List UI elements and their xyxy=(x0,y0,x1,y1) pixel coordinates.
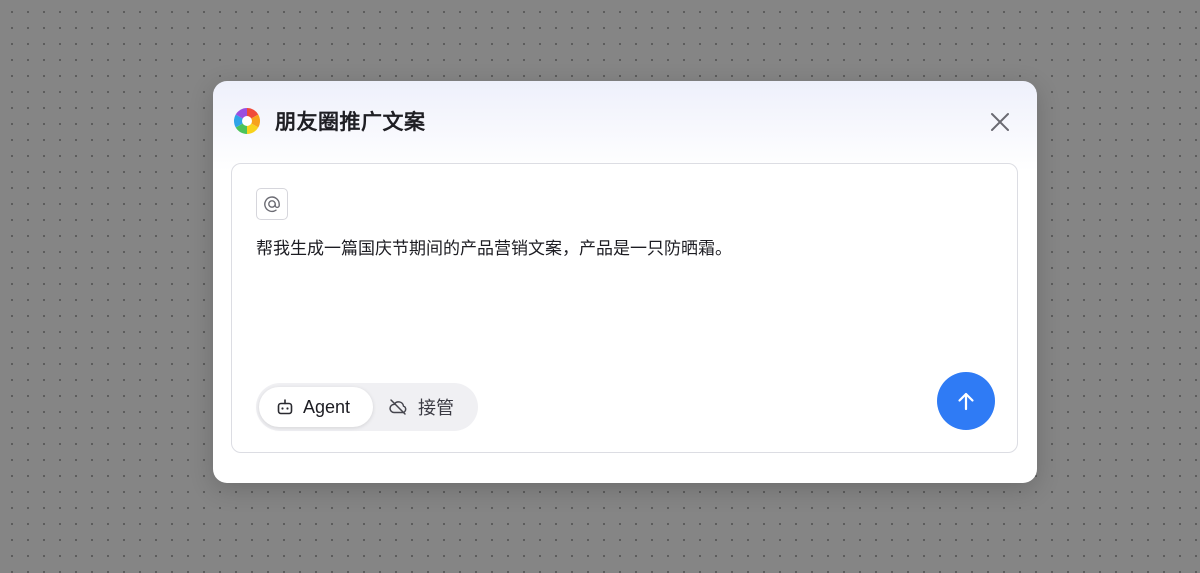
cloud-off-icon xyxy=(389,399,407,415)
at-sign-icon xyxy=(264,196,280,213)
mode-agent-option[interactable]: Agent xyxy=(259,387,373,427)
close-icon[interactable] xyxy=(989,111,1011,133)
dialog-title: 朋友圈推广文案 xyxy=(275,110,426,134)
send-button[interactable] xyxy=(937,372,995,430)
mode-takeover-label: 接管 xyxy=(418,398,454,419)
prompt-text[interactable]: 帮我生成一篇国庆节期间的产品营销文案，产品是一只防晒霜。 xyxy=(256,236,996,262)
mention-button[interactable] xyxy=(256,188,288,220)
dialog: 朋友圈推广文案 帮我生成一篇国庆节期间的产品营销文案，产品是一只防晒霜。 Age… xyxy=(213,81,1037,483)
mode-takeover-option[interactable]: 接管 xyxy=(380,387,474,427)
robot-icon xyxy=(277,399,293,415)
mode-agent-label: Agent xyxy=(303,396,351,417)
prompt-input-card[interactable]: 帮我生成一篇国庆节期间的产品营销文案，产品是一只防晒霜。 Agent 接管 xyxy=(231,163,1018,453)
dialog-header: 朋友圈推广文案 xyxy=(213,81,1037,163)
mode-switch: Agent 接管 xyxy=(256,383,478,431)
color-wheel-logo-icon xyxy=(233,108,261,134)
arrow-up-icon xyxy=(958,392,974,411)
